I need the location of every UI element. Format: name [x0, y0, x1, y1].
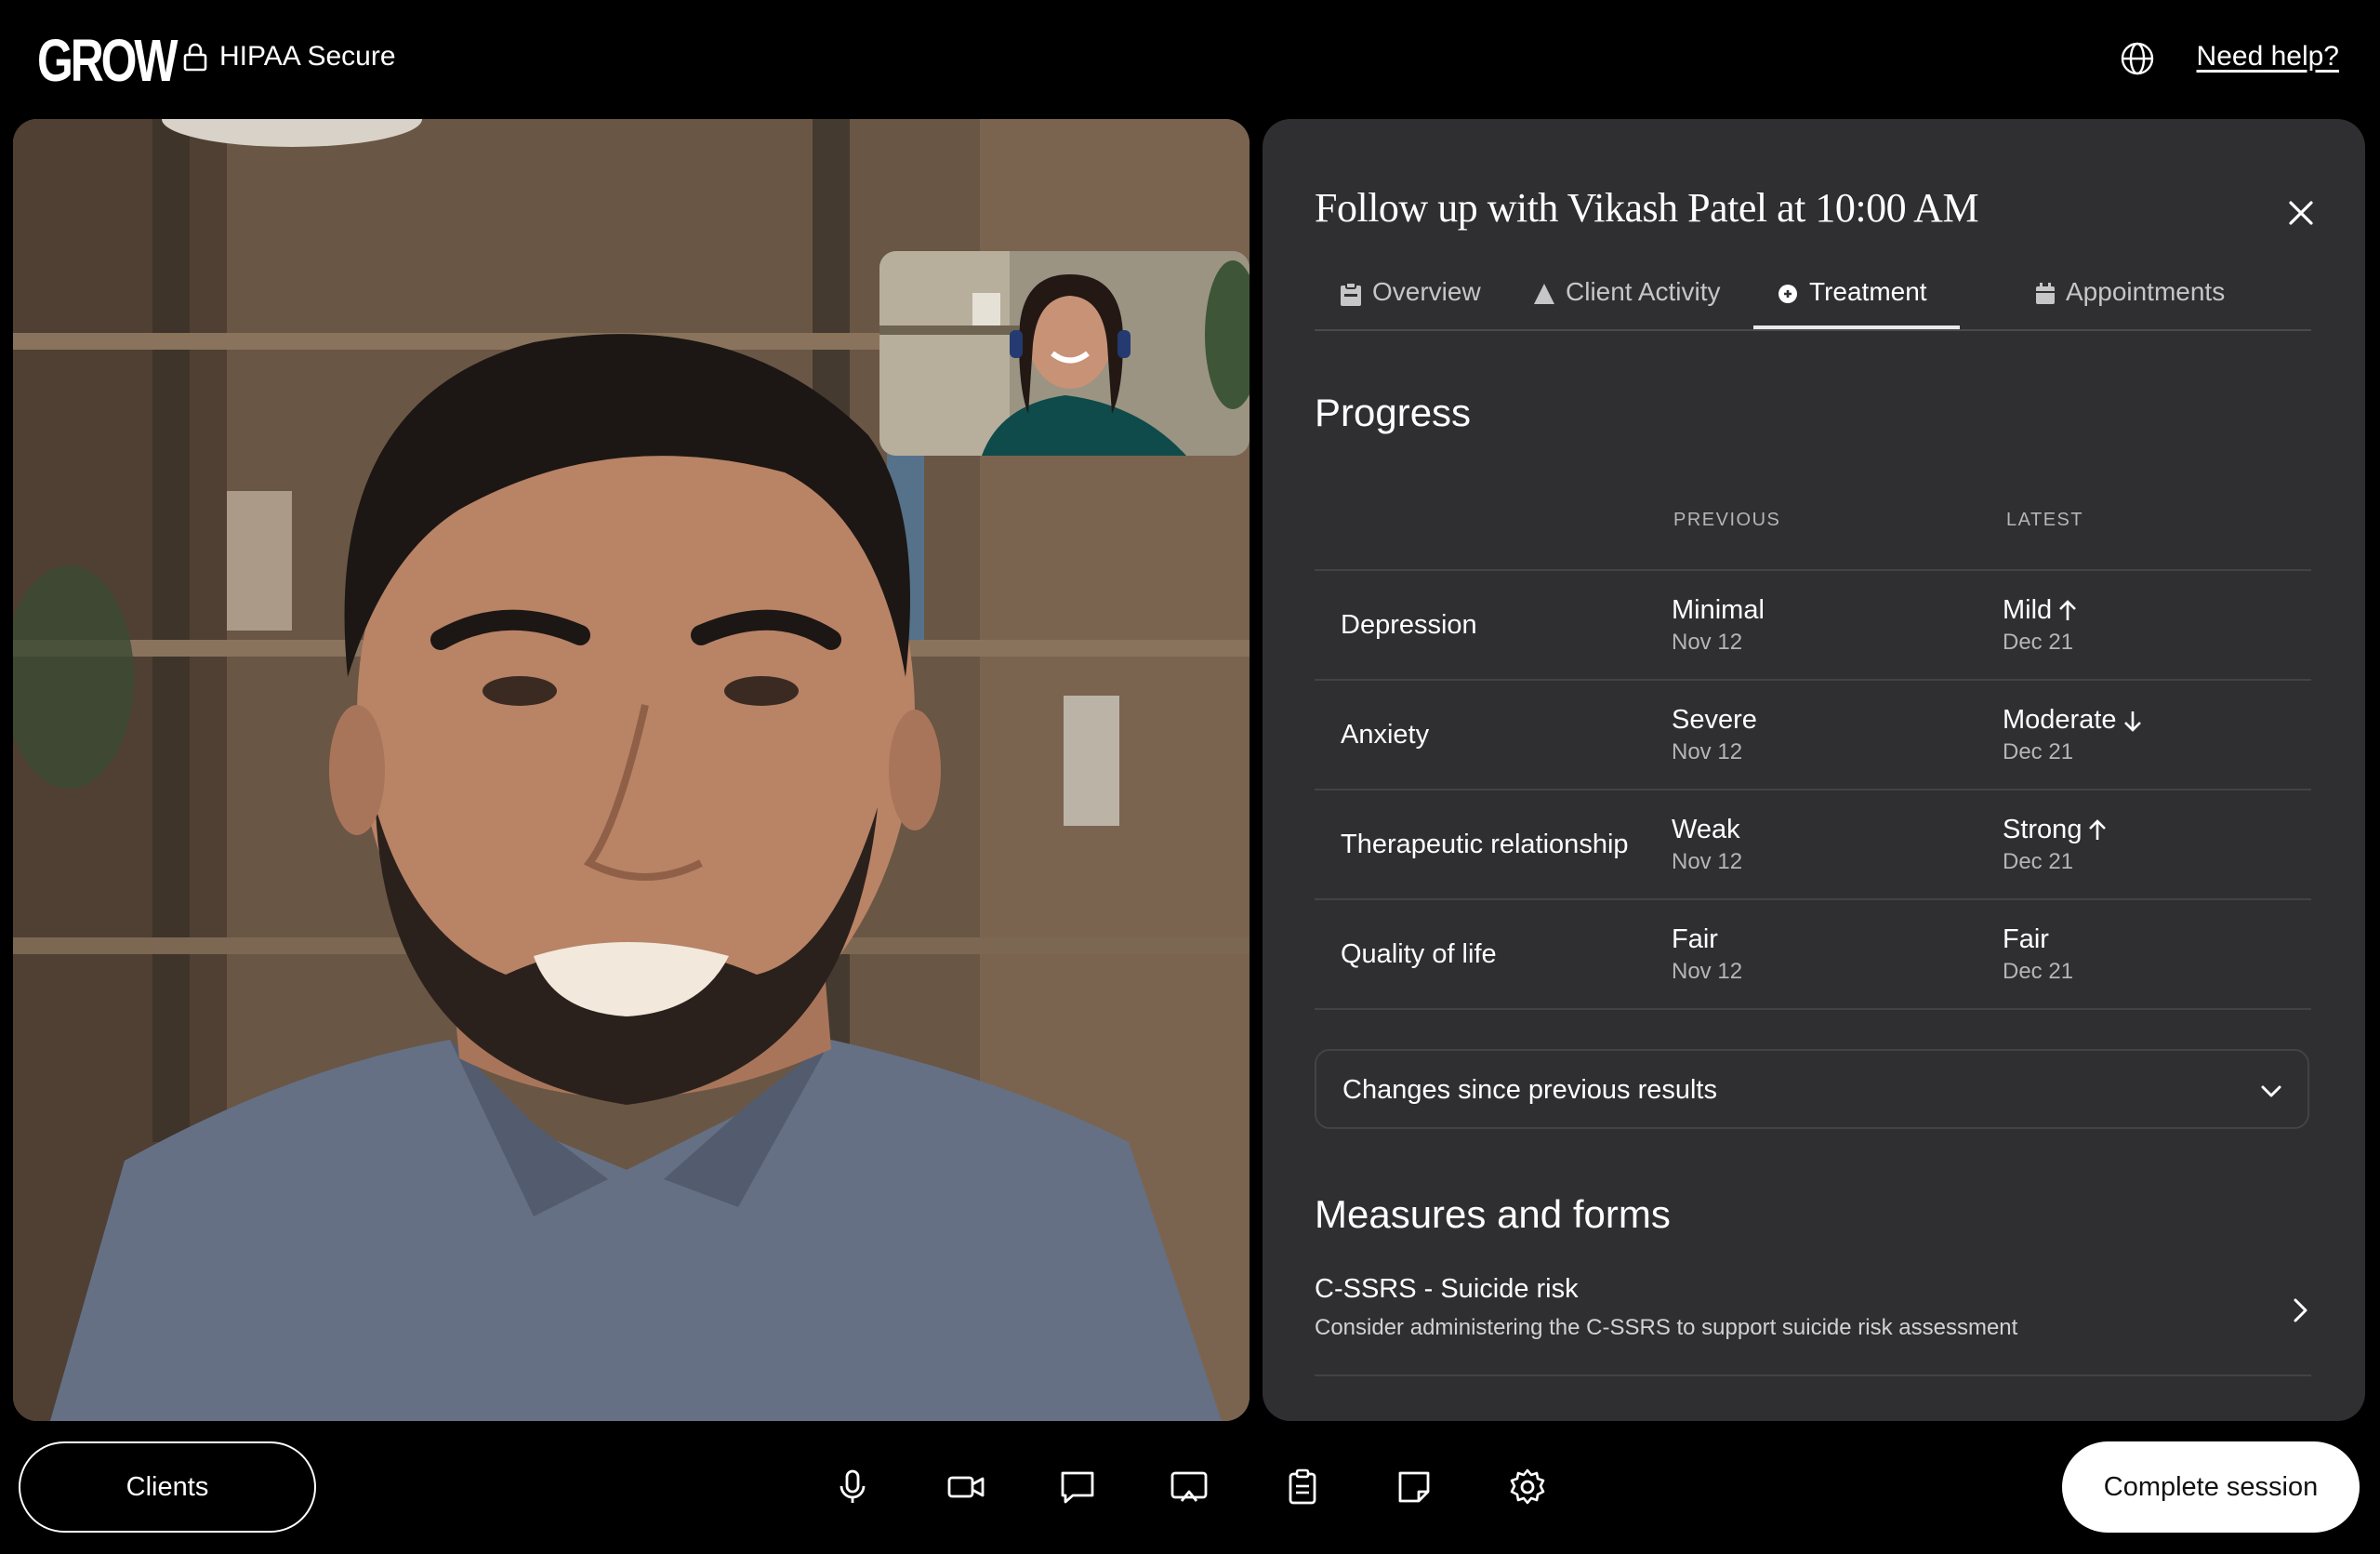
self-video-image [879, 251, 1250, 456]
row-label: Therapeutic relationship [1341, 830, 1629, 859]
chevron-down-icon [2261, 1085, 2281, 1097]
table-row: Depression Minimal Nov 12 Mild Dec 21 [1315, 569, 2311, 679]
tab-client-activity[interactable]: Client Activity [1532, 277, 1721, 329]
tab-treatment-label: Treatment [1809, 277, 1927, 306]
latest-cell: Mild Dec 21 [2003, 595, 2078, 656]
panel-tabs: Overview Client Activity Treatment Appoi… [1315, 277, 2311, 331]
session-side-panel: Follow up with Vikash Patel at 10:00 AM … [1263, 119, 2365, 1421]
settings-icon[interactable] [1508, 1468, 1547, 1507]
row-label: Quality of life [1341, 939, 1497, 969]
hipaa-badge: HIPAA Secure [182, 41, 396, 73]
latest-date: Dec 21 [2003, 849, 2074, 874]
hipaa-label: HIPAA Secure [219, 41, 396, 72]
previous-cell: Fair Nov 12 [1672, 924, 1742, 985]
previous-value: Minimal [1672, 595, 1765, 625]
note-icon[interactable] [1395, 1468, 1434, 1507]
lock-icon [183, 43, 207, 72]
previous-cell: Severe Nov 12 [1672, 705, 1757, 765]
progress-heading: Progress [1315, 391, 1472, 434]
self-video-pip[interactable] [879, 251, 1250, 456]
changes-label: Changes since previous results [1342, 1075, 1717, 1105]
tab-appointments-label: Appointments [2066, 277, 2226, 306]
measure-item-cssrs[interactable]: C-SSRS - Suicide risk Consider administe… [1315, 1274, 2311, 1376]
previous-date: Nov 12 [1672, 630, 1743, 655]
latest-value: Fair [2003, 924, 2049, 954]
clipboard-icon [1341, 282, 1361, 306]
latest-value: Strong [2003, 815, 2082, 844]
top-bar: GROW HIPAA Secure Need help? [0, 0, 2380, 119]
previous-value: Severe [1672, 705, 1757, 735]
screen-share-icon[interactable] [1170, 1468, 1209, 1507]
arrow-down-icon [2123, 711, 2141, 732]
measures-heading: Measures and forms [1315, 1192, 1671, 1236]
row-label: Depression [1341, 610, 1477, 640]
arrow-up-icon [2059, 599, 2077, 620]
complete-session-button[interactable]: Complete session [2062, 1441, 2360, 1533]
tab-client-activity-label: Client Activity [1566, 277, 1721, 306]
table-row: Therapeutic relationship Weak Nov 12 Str… [1315, 789, 2311, 898]
close-icon[interactable] [2285, 197, 2317, 229]
row-label: Anxiety [1341, 720, 1430, 750]
calendar-icon [2036, 283, 2055, 304]
column-header-previous: PREVIOUS [1673, 510, 1781, 530]
bandage-icon [1778, 285, 1797, 303]
table-row: Anxiety Severe Nov 12 Moderate Dec 21 [1315, 679, 2311, 789]
clipboard-icon[interactable] [1283, 1468, 1322, 1507]
grow-logo: GROW [37, 27, 178, 94]
latest-value: Moderate [2003, 705, 2117, 735]
measure-title: C-SSRS - Suicide risk [1315, 1274, 1579, 1304]
previous-value: Fair [1672, 924, 1718, 954]
measure-description: Consider administering the C-SSRS to sup… [1315, 1315, 2018, 1340]
table-row: Quality of life Fair Nov 12 Fair Dec 21 [1315, 898, 2311, 1010]
need-help-link[interactable]: Need help? [2197, 41, 2339, 73]
latest-cell: Strong Dec 21 [2003, 815, 2108, 875]
previous-cell: Weak Nov 12 [1672, 815, 1742, 875]
previous-cell: Minimal Nov 12 [1672, 595, 1765, 656]
tab-appointments[interactable]: Appointments [2034, 277, 2225, 329]
tab-overview-label: Overview [1372, 277, 1481, 306]
latest-date: Dec 21 [2003, 630, 2074, 655]
previous-value: Weak [1672, 815, 1740, 844]
tab-overview[interactable]: Overview [1339, 277, 1481, 329]
globe-icon[interactable] [2120, 41, 2155, 76]
chevron-right-icon [2294, 1298, 2307, 1322]
chat-icon[interactable] [1058, 1468, 1097, 1507]
latest-cell: Moderate Dec 21 [2003, 705, 2143, 765]
camera-icon[interactable] [946, 1468, 985, 1507]
active-tab-indicator [1753, 325, 1960, 329]
microphone-icon[interactable] [833, 1468, 872, 1507]
latest-date: Dec 21 [2003, 739, 2074, 764]
tab-treatment[interactable]: Treatment [1776, 277, 1927, 329]
triangle-icon [1534, 284, 1554, 304]
latest-value: Mild [2003, 595, 2053, 625]
client-video-feed [13, 119, 1250, 1421]
changes-accordion[interactable]: Changes since previous results [1315, 1049, 2309, 1129]
clients-button[interactable]: Clients [19, 1441, 316, 1533]
latest-date: Dec 21 [2003, 959, 2074, 984]
column-header-latest: LATEST [2006, 510, 2084, 530]
panel-title: Follow up with Vikash Patel at 10:00 AM [1315, 185, 1979, 231]
progress-table: Depression Minimal Nov 12 Mild Dec 21 An… [1315, 569, 2311, 1010]
previous-date: Nov 12 [1672, 739, 1743, 764]
previous-date: Nov 12 [1672, 849, 1743, 874]
latest-cell: Fair Dec 21 [2003, 924, 2073, 985]
previous-date: Nov 12 [1672, 959, 1743, 984]
arrow-up-icon [2089, 818, 2107, 840]
